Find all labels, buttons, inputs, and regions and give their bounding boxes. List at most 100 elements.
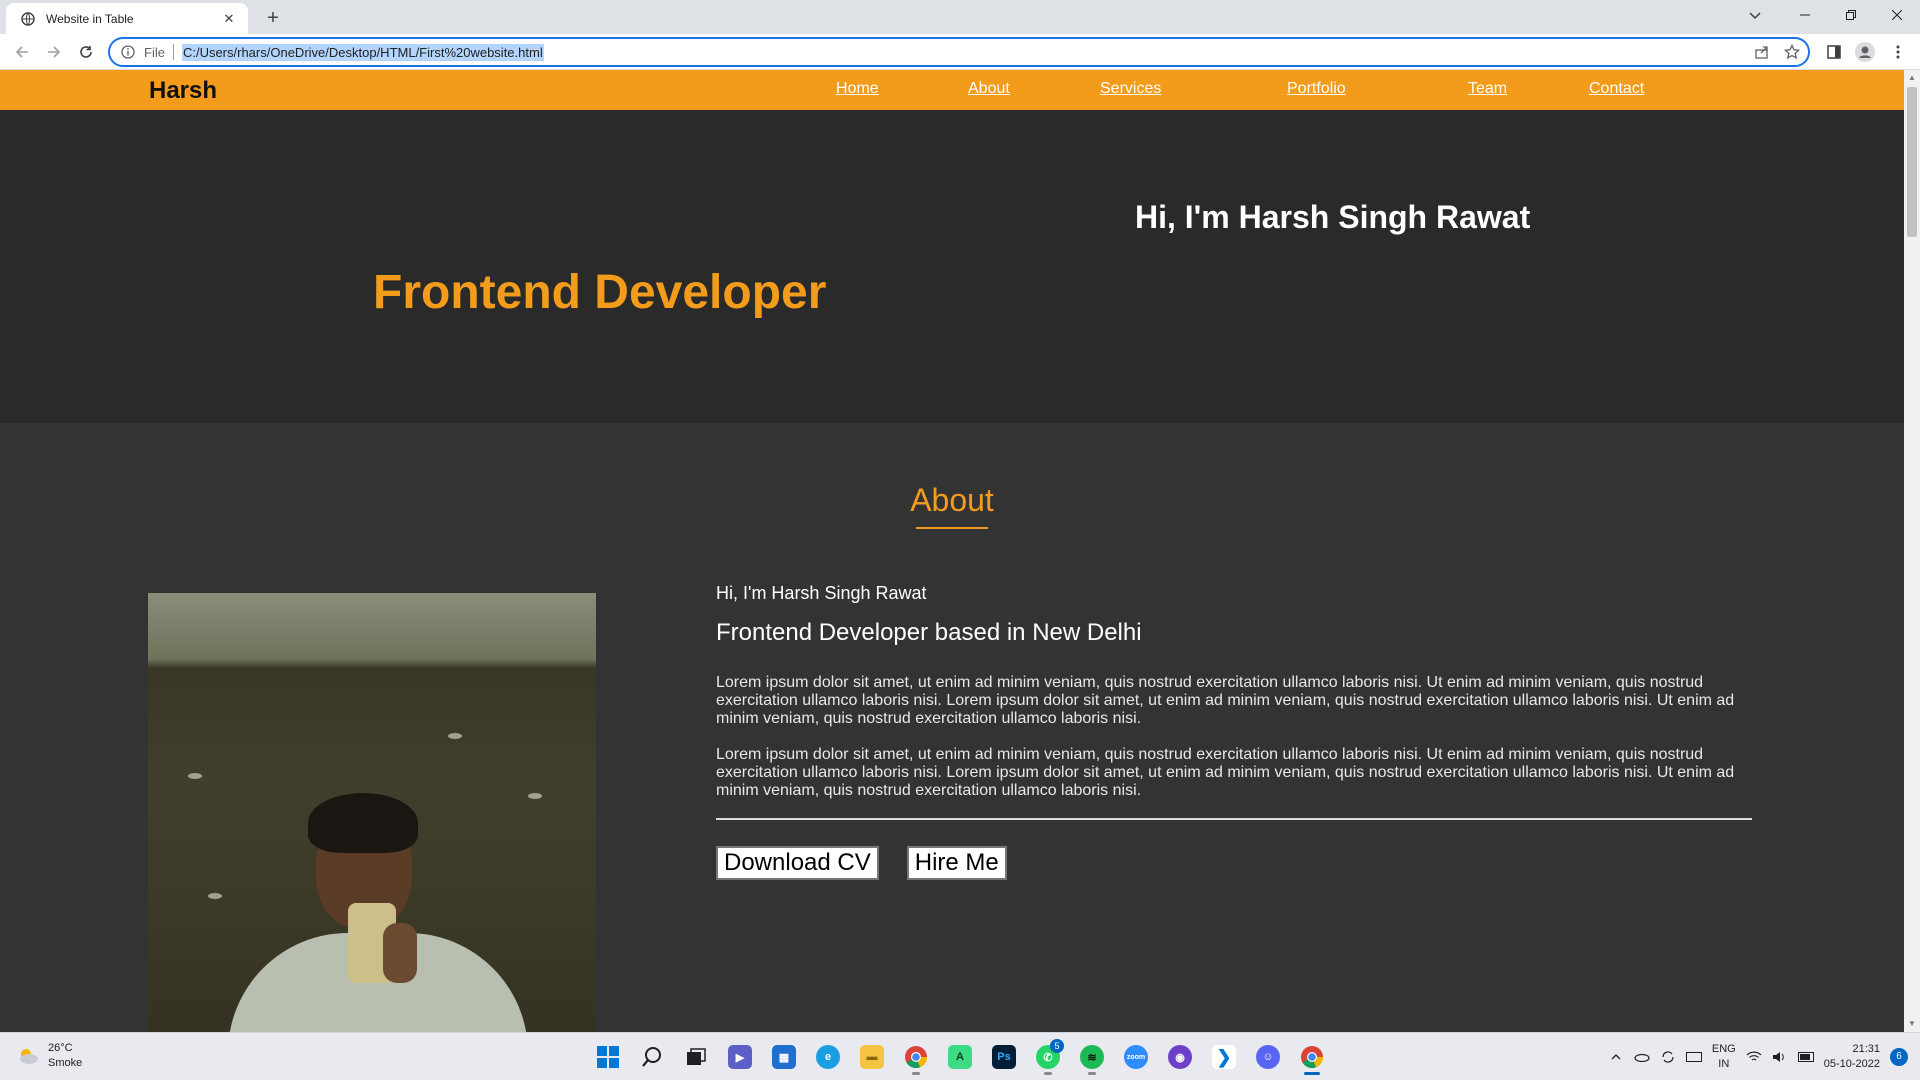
weather-widget[interactable]: 26°C Smoke	[16, 1041, 82, 1071]
about-subtitle: Frontend Developer based in New Delhi	[716, 619, 1142, 646]
nav-link-portfolio[interactable]: Portfolio	[1287, 80, 1346, 98]
url-scheme: File	[144, 44, 165, 60]
running-indicator	[1304, 1072, 1320, 1075]
onedrive-icon[interactable]	[1634, 1049, 1650, 1065]
restore-icon[interactable]	[1828, 0, 1874, 30]
profile-avatar-icon[interactable]	[1853, 40, 1877, 64]
start-icon[interactable]	[590, 1039, 626, 1075]
weather-temp: 26°C	[48, 1042, 73, 1054]
browser-tab[interactable]: Website in Table ✕	[6, 3, 248, 34]
hire-me-button[interactable]: Hire Me	[906, 846, 1007, 880]
zoom-icon[interactable]: zoom	[1118, 1039, 1154, 1075]
new-tab-button[interactable]: +	[260, 6, 286, 32]
about-paragraph: Lorem ipsum dolor sit amet, ut enim ad m…	[716, 674, 1735, 727]
scroll-down-icon[interactable]: ▼	[1904, 1016, 1920, 1032]
clock-time: 21:31	[1852, 1043, 1880, 1055]
battery-icon[interactable]	[1797, 1049, 1814, 1065]
url-text[interactable]: C:/Users/rhars/OneDrive/Desktop/HTML/Fir…	[181, 43, 544, 61]
discord-icon[interactable]: ☺	[1250, 1039, 1286, 1075]
android-studio-icon[interactable]: A	[942, 1039, 978, 1075]
hand	[383, 923, 417, 983]
hero-role: Frontend Developer	[373, 266, 827, 319]
light-reflection	[208, 893, 222, 899]
nav-link-team[interactable]: Team	[1468, 80, 1507, 98]
search-icon[interactable]	[634, 1039, 670, 1075]
lang-line2: IN	[1718, 1058, 1730, 1070]
back-icon[interactable]	[10, 40, 34, 64]
notification-badge[interactable]: 6	[1890, 1048, 1908, 1066]
window-close-icon[interactable]	[1874, 0, 1920, 30]
omnibox-actions	[1754, 43, 1801, 65]
about-buttons: Download CV Hire Me	[716, 846, 1752, 880]
running-indicator	[1088, 1072, 1096, 1075]
whatsapp-badge: 5	[1050, 1039, 1064, 1053]
globe-icon	[20, 11, 36, 27]
minimize-icon[interactable]	[1782, 0, 1828, 30]
forward-icon[interactable]	[42, 40, 66, 64]
address-bar[interactable]: File C:/Users/rhars/OneDrive/Desktop/HTM…	[108, 37, 1810, 67]
clock-date: 05-10-2022	[1823, 1058, 1880, 1070]
edge-icon[interactable]: e	[810, 1039, 846, 1075]
light-reflection	[448, 733, 462, 739]
chrome-icon[interactable]	[898, 1039, 934, 1075]
weather-desc: Smoke	[48, 1057, 83, 1069]
reload-icon[interactable]	[74, 40, 98, 64]
page-scrollbar[interactable]: ▲ ▼	[1904, 70, 1920, 1032]
system-tray: ENG IN 21:31 05-10-2022 6	[1608, 1039, 1908, 1075]
tab-strip: Website in Table ✕ +	[0, 0, 1920, 34]
sync-icon[interactable]	[1660, 1049, 1676, 1065]
volume-icon[interactable]	[1772, 1049, 1788, 1065]
bookmark-star-icon[interactable]	[1783, 43, 1801, 65]
separator	[172, 44, 174, 60]
hero-section: Hi, I'm Harsh Singh Rawat Frontend Devel…	[0, 110, 1904, 423]
browser-chrome: Website in Table ✕ + File C:/Users/rhars…	[0, 0, 1920, 70]
about-section: About Hi, I'm Harsh Singh Rawat Frontend…	[0, 423, 1904, 1032]
scrollbar-thumb[interactable]	[1907, 87, 1917, 237]
download-cv-button[interactable]: Download CV	[716, 846, 879, 880]
nav-link-services[interactable]: Services	[1100, 80, 1161, 98]
photoshop-icon[interactable]: Ps	[986, 1039, 1022, 1075]
github-icon[interactable]: ◉	[1162, 1039, 1198, 1075]
teams-chat-icon[interactable]: ▶	[722, 1039, 758, 1075]
page-viewport: Harsh Home About Services Portfolio Team…	[0, 70, 1904, 1032]
info-icon[interactable]	[120, 44, 136, 60]
file-explorer-icon[interactable]: ▬	[854, 1039, 890, 1075]
side-panel-icon[interactable]	[1822, 40, 1846, 64]
about-content: Hi, I'm Harsh Singh Rawat Frontend Devel…	[716, 583, 1752, 880]
whatsapp-icon[interactable]: ✆ 5	[1030, 1039, 1066, 1075]
site-navbar: Harsh Home About Services Portfolio Team…	[0, 70, 1904, 110]
chrome-active-icon[interactable]	[1294, 1039, 1330, 1075]
tab-title: Website in Table	[46, 11, 134, 26]
about-heading: About	[910, 482, 994, 518]
taskbar-apps: ▶ ▦ e ▬ A Ps ✆ 5 ≋ zoom ◉ ❯ ☺	[590, 1039, 1330, 1075]
vscode-icon[interactable]: ❯	[1206, 1039, 1242, 1075]
light-reflection	[528, 793, 542, 799]
nav-link-about[interactable]: About	[968, 80, 1010, 98]
window-controls	[1782, 0, 1920, 30]
lang-line1: ENG	[1711, 1043, 1736, 1055]
site-brand[interactable]: Harsh	[149, 77, 217, 105]
keyboard-icon[interactable]	[1685, 1049, 1702, 1065]
share-icon[interactable]	[1754, 44, 1770, 65]
about-intro: Hi, I'm Harsh Singh Rawat	[716, 583, 927, 603]
nav-link-home[interactable]: Home	[836, 80, 879, 98]
wifi-icon[interactable]	[1746, 1049, 1762, 1065]
browser-toolbar: File C:/Users/rhars/OneDrive/Desktop/HTM…	[0, 34, 1920, 70]
close-icon[interactable]: ✕	[220, 11, 238, 27]
hero-greeting: Hi, I'm Harsh Singh Rawat	[1135, 199, 1531, 235]
nav-link-contact[interactable]: Contact	[1589, 80, 1644, 98]
chevron-down-icon[interactable]	[1740, 4, 1770, 28]
scroll-up-icon[interactable]: ▲	[1904, 70, 1920, 86]
spotify-icon[interactable]: ≋	[1074, 1039, 1110, 1075]
store-icon[interactable]: ▦	[766, 1039, 802, 1075]
task-view-icon[interactable]	[678, 1039, 714, 1075]
menu-kebab-icon[interactable]	[1886, 40, 1910, 64]
clock[interactable]: 21:31 05-10-2022	[1824, 1042, 1880, 1072]
running-indicator	[912, 1072, 920, 1075]
running-indicator	[1044, 1072, 1052, 1075]
divider	[716, 818, 1752, 820]
heading-underline	[916, 527, 988, 529]
about-paragraph: Lorem ipsum dolor sit amet, ut enim ad m…	[716, 746, 1735, 799]
language-indicator[interactable]: ENG IN	[1712, 1042, 1736, 1072]
chevron-up-icon[interactable]	[1608, 1049, 1624, 1065]
